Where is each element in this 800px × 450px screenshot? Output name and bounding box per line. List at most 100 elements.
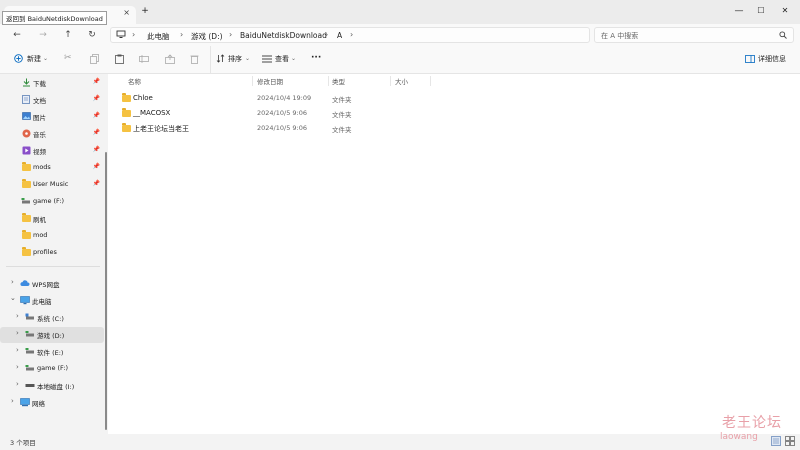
nav-item-videos[interactable]: 视频 📌 xyxy=(0,143,104,159)
nav-label: WPS网盘 xyxy=(32,281,60,289)
column-header-type[interactable]: 类型 xyxy=(332,76,345,86)
drive-icon xyxy=(25,381,35,389)
new-tab-button[interactable]: + xyxy=(134,4,156,18)
file-row-laowang[interactable]: 上老王论坛当老王 2024/10/5 9:06 文件夹 xyxy=(116,121,496,136)
nav-label: 下载 xyxy=(33,80,46,88)
delete-icon[interactable] xyxy=(190,54,199,66)
nav-item-game-f[interactable]: game (F:) xyxy=(0,194,104,210)
nav-label: game (F:) xyxy=(37,364,69,372)
nav-item-network[interactable]: › 网络 xyxy=(0,395,104,411)
nav-item-drive-c[interactable]: › 系统 (C:) xyxy=(0,310,104,326)
nav-item-documents[interactable]: 文档 📌 xyxy=(0,92,104,108)
up-button[interactable]: ↑ xyxy=(60,28,76,42)
nav-item-downloads[interactable]: 下载 📌 xyxy=(0,75,104,91)
paste-icon[interactable] xyxy=(115,54,124,66)
maximize-button[interactable]: ☐ xyxy=(750,4,772,18)
address-bar[interactable]: › 此电脑 › 游戏 (D:) › BaiduNetdiskDownload ›… xyxy=(110,27,590,43)
file-name: 上老王论坛当老王 xyxy=(133,125,189,133)
column-divider[interactable] xyxy=(390,76,391,86)
details-view-icon[interactable] xyxy=(771,436,781,448)
nav-item-profiles[interactable]: profiles xyxy=(0,245,104,261)
nav-label: mods xyxy=(33,163,51,171)
nav-label: profiles xyxy=(33,248,57,256)
nav-item-mods[interactable]: mods 📌 xyxy=(0,160,104,176)
computer-icon xyxy=(20,296,30,305)
column-divider[interactable] xyxy=(328,76,329,86)
nav-item-this-pc[interactable]: ⌄ 此电脑 xyxy=(0,293,104,309)
details-button[interactable]: 详细信息 xyxy=(758,54,786,64)
drive-icon xyxy=(21,197,30,205)
tiles-view-icon[interactable] xyxy=(785,436,795,448)
download-icon xyxy=(22,78,31,87)
file-row-macosx[interactable]: __MACOSX 2024/10/5 9:06 文件夹 xyxy=(116,106,496,121)
view-icon xyxy=(262,55,272,65)
nav-item-mod[interactable]: mod xyxy=(0,228,104,244)
chevron-right-icon[interactable]: › xyxy=(16,312,19,320)
item-count: 3 个项目 xyxy=(10,439,36,447)
file-type: 文件夹 xyxy=(332,111,352,119)
new-button[interactable]: 新建 xyxy=(27,54,41,64)
new-plus-icon xyxy=(14,54,23,65)
nav-item-drive-f[interactable]: › game (F:) xyxy=(0,361,104,377)
nav-item-drive-i[interactable]: › 本地磁盘 (I:) xyxy=(0,378,104,394)
more-options-button[interactable]: ··· xyxy=(311,53,321,63)
tab-close-icon[interactable]: × xyxy=(123,8,130,17)
sort-dropdown-chevron-icon[interactable]: ⌄ xyxy=(245,55,250,62)
search-placeholder: 在 A 中搜索 xyxy=(601,32,639,40)
breadcrumb-download-folder[interactable]: BaiduNetdiskDownload xyxy=(240,31,327,40)
search-input[interactable]: 在 A 中搜索 xyxy=(594,27,794,43)
pin-icon: 📌 xyxy=(92,78,100,85)
breadcrumb-current-folder[interactable]: A xyxy=(337,31,342,40)
sort-button[interactable]: 排序 xyxy=(228,54,242,64)
chevron-right-icon[interactable]: › xyxy=(16,329,19,337)
refresh-button[interactable]: ↻ xyxy=(84,28,100,42)
copy-icon[interactable] xyxy=(90,54,99,66)
share-icon[interactable] xyxy=(165,54,175,66)
close-window-button[interactable]: ✕ xyxy=(774,4,796,18)
rename-icon[interactable] xyxy=(139,54,149,66)
chevron-right-icon[interactable]: › xyxy=(16,363,19,371)
column-header-date[interactable]: 修改日期 xyxy=(257,76,283,86)
view-button[interactable]: 查看 xyxy=(275,54,289,64)
forward-button[interactable]: → xyxy=(35,28,51,42)
breadcrumb-drive-d[interactable]: 游戏 (D:) xyxy=(191,31,223,42)
back-button[interactable]: ← xyxy=(9,28,25,42)
new-dropdown-chevron-icon[interactable]: ⌄ xyxy=(43,55,48,62)
breadcrumb-this-pc[interactable]: 此电脑 xyxy=(147,31,170,42)
file-row-chloe[interactable]: Chloe 2024/10/4 19:09 文件夹 xyxy=(116,91,496,106)
nav-item-drive-d[interactable]: › 游戏 (D:) xyxy=(0,327,104,343)
nav-item-music[interactable]: 音乐 📌 xyxy=(0,126,104,142)
details-pane-icon xyxy=(745,55,755,65)
status-bar: 3 个项目 xyxy=(0,434,800,450)
nav-scrollbar[interactable] xyxy=(105,152,107,430)
column-divider[interactable] xyxy=(430,76,431,86)
chevron-right-icon[interactable]: › xyxy=(11,397,14,405)
file-date: 2024/10/4 19:09 xyxy=(257,94,312,102)
nav-item-flash[interactable]: 刷机 xyxy=(0,211,104,227)
cut-icon[interactable]: ✂ xyxy=(64,53,72,63)
column-divider[interactable] xyxy=(252,76,253,86)
chevron-right-icon[interactable]: › xyxy=(16,346,19,354)
nav-item-pictures[interactable]: 图片 📌 xyxy=(0,109,104,125)
column-header-size[interactable]: 大小 xyxy=(395,76,408,86)
search-icon xyxy=(779,31,787,41)
nav-label: 视频 xyxy=(33,148,46,156)
nav-item-drive-e[interactable]: › 软件 (E:) xyxy=(0,344,104,360)
command-bar: 新建 ⌄ ✂ 排序 ⌄ 查看 ⌄ ··· 详细信息 xyxy=(0,46,800,74)
chevron-right-icon[interactable]: › xyxy=(11,278,14,286)
folder-icon xyxy=(22,162,31,171)
chevron-down-icon[interactable]: ⌄ xyxy=(10,294,16,302)
minimize-button[interactable]: — xyxy=(728,4,750,18)
nav-item-user-music[interactable]: User Music 📌 xyxy=(0,177,104,193)
video-icon xyxy=(22,146,31,155)
nav-label: 网络 xyxy=(32,400,45,408)
folder-icon xyxy=(22,230,31,239)
nav-label: mod xyxy=(33,231,48,239)
cloud-icon xyxy=(20,279,30,287)
nav-item-wps-cloud[interactable]: › WPS网盘 xyxy=(0,276,104,292)
chevron-right-icon[interactable]: › xyxy=(16,380,19,388)
column-header-name[interactable]: 名称 xyxy=(128,76,141,86)
folder-icon xyxy=(122,123,131,132)
breadcrumb-separator: › xyxy=(350,30,354,39)
view-dropdown-chevron-icon[interactable]: ⌄ xyxy=(291,55,296,62)
